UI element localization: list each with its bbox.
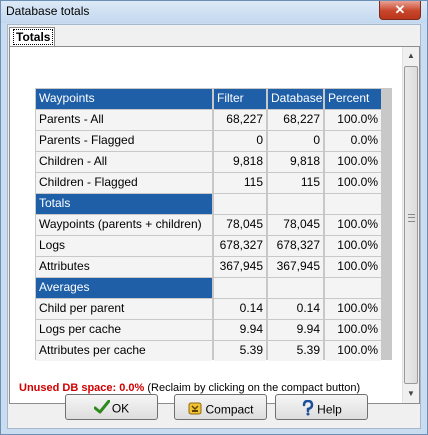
grip-icon [408,214,415,222]
column-header-row: Waypoints Filter Database Percent [35,88,392,109]
ok-button-label: OK [111,401,130,416]
help-button-label: Help [317,402,342,417]
filter-value: 9,818 [214,152,266,172]
compact-button[interactable]: Compact [174,394,267,420]
percent-value: 100.0% [325,173,381,193]
filter-value: 5.39 [214,341,266,361]
checkmark-icon [93,399,111,417]
column-header-waypoints: Waypoints [36,89,212,109]
column-header-percent: Percent [325,89,381,109]
percent-value: 100.0% [325,341,381,361]
table-row: Attributes 367,945 367,945 100.0% [35,256,392,277]
scroll-thumb[interactable] [404,66,418,384]
blank-cell [214,278,266,298]
database-value: 367,945 [268,257,323,277]
database-value: 0.14 [268,299,323,319]
row-label: Parents - All [36,110,212,130]
table-row: Parents - Flagged 0 0 0.0% [35,130,392,151]
table-row: Parents - All 68,227 68,227 100.0% [35,109,392,130]
row-label: Children - Flagged [36,173,212,193]
tab-totals[interactable]: Totals [9,27,55,47]
table-row: Waypoints (parents + children) 78,045 78… [35,214,392,235]
percent-value: 100.0% [325,110,381,130]
row-label: Waypoints (parents + children) [36,215,212,235]
section-header-totals: Totals [35,193,392,214]
totals-grid: Waypoints Filter Database Percent Parent… [35,88,392,361]
table-row: Logs 678,327 678,327 100.0% [35,235,392,256]
unused-space-note: Unused DB space: 0.0% (Reclaim by clicki… [19,382,360,394]
filter-value: 678,327 [214,236,266,256]
row-label: Logs [36,236,212,256]
blank-cell [268,194,323,214]
vertical-scrollbar[interactable]: ▲ ▼ [402,47,419,403]
database-value: 78,045 [268,215,323,235]
blank-cell [268,278,323,298]
table-row: Children - All 9,818 9,818 100.0% [35,151,392,172]
filter-value: 9.94 [214,320,266,340]
help-button[interactable]: Help [275,394,368,420]
scroll-down-icon[interactable]: ▼ [403,385,419,402]
filter-value: 68,227 [214,110,266,130]
filter-value: 78,045 [214,215,266,235]
compact-icon [187,400,203,419]
percent-value: 100.0% [325,257,381,277]
table-row: Child per parent 0.14 0.14 100.0% [35,298,392,319]
table-row: Children - Flagged 115 115 100.0% [35,172,392,193]
filter-value: 367,945 [214,257,266,277]
blank-cell [325,194,381,214]
row-label: Children - All [36,152,212,172]
totals-panel: Waypoints Filter Database Percent Parent… [9,46,420,404]
ok-button[interactable]: OK [65,394,158,420]
help-icon [301,399,315,419]
column-header-filter: Filter [214,89,266,109]
section-label-totals: Totals [36,194,212,214]
percent-value: 100.0% [325,152,381,172]
scroll-up-icon[interactable]: ▲ [403,47,419,64]
close-icon: ✕ [394,2,406,17]
close-button[interactable]: ✕ [379,1,421,20]
dialog-window: Database totals ✕ Totals Waypoints Filte… [0,0,428,435]
row-label: Child per parent [36,299,212,319]
table-row: Attributes per cache 5.39 5.39 100.0% [35,340,392,361]
database-value: 115 [268,173,323,193]
percent-value: 100.0% [325,299,381,319]
blank-cell [325,278,381,298]
row-label: Parents - Flagged [36,131,212,151]
blank-cell [214,194,266,214]
compact-button-label: Compact [205,402,254,417]
percent-value: 0.0% [325,131,381,151]
database-value: 9.94 [268,320,323,340]
title-bar[interactable]: Database totals ✕ [1,1,427,23]
dialog-client-area: Totals Waypoints Filter Database Percent… [7,24,421,429]
row-label: Attributes [36,257,212,277]
database-value: 68,227 [268,110,323,130]
section-header-averages: Averages [35,277,392,298]
database-value: 9,818 [268,152,323,172]
percent-value: 100.0% [325,215,381,235]
database-value: 5.39 [268,341,323,361]
section-label-averages: Averages [36,278,212,298]
row-label: Logs per cache [36,320,212,340]
database-value: 0 [268,131,323,151]
tab-totals-label: Totals [13,29,54,45]
filter-value: 0.14 [214,299,266,319]
percent-value: 100.0% [325,320,381,340]
column-header-database: Database [268,89,323,109]
table-row: Logs per cache 9.94 9.94 100.0% [35,319,392,340]
window-title: Database totals [6,4,90,18]
row-label: Attributes per cache [36,341,212,361]
unused-space-hint: (Reclaim by clicking on the compact butt… [147,382,361,394]
filter-value: 115 [214,173,266,193]
percent-value: 100.0% [325,236,381,256]
filter-value: 0 [214,131,266,151]
database-value: 678,327 [268,236,323,256]
unused-space-label: Unused DB space: 0.0% [19,382,145,394]
